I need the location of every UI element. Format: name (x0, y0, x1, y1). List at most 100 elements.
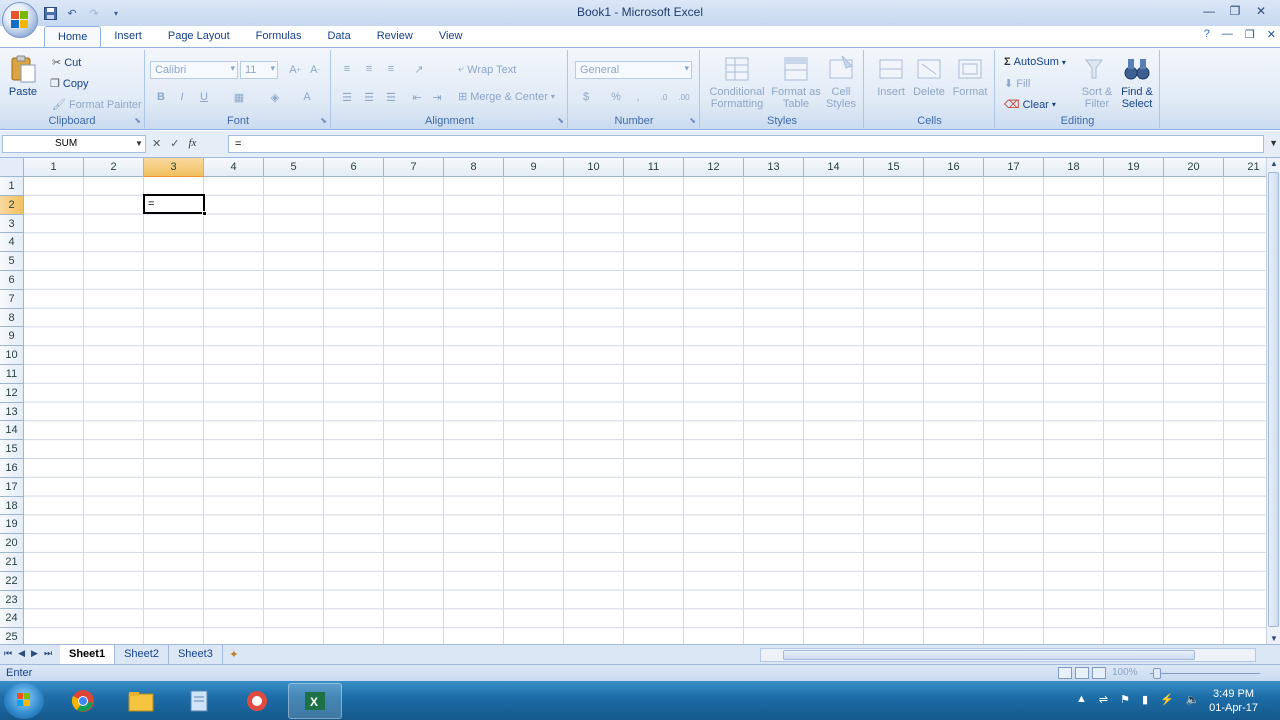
minimize-icon[interactable]: — (1196, 2, 1222, 20)
tab-home[interactable]: Home (44, 26, 102, 48)
sheet-tab-sheet1[interactable]: Sheet1 (60, 645, 116, 664)
next-sheet-icon[interactable]: ▶ (31, 648, 38, 659)
insert-cells-button[interactable]: Insert (873, 54, 909, 98)
taskbar-app-c[interactable] (230, 683, 284, 719)
page-layout-view-icon[interactable] (1075, 667, 1089, 679)
signal-icon[interactable]: ▮ (1142, 693, 1148, 706)
row-header[interactable]: 8 (0, 308, 24, 328)
enter-icon[interactable]: ✓ (170, 137, 179, 150)
percent-icon[interactable]: % (607, 88, 625, 106)
currency-icon[interactable]: $ (577, 88, 595, 106)
conditional-formatting-button[interactable]: Conditional Formatting (705, 54, 769, 110)
wrap-text-button[interactable]: ⤶ Wrap Text (458, 63, 516, 76)
volume-icon[interactable]: 🔈 (1186, 693, 1200, 706)
column-header[interactable]: 3 (144, 158, 204, 177)
clock[interactable]: 3:49 PM 01-Apr-17 (1209, 687, 1258, 715)
power-icon[interactable]: ⚡ (1160, 693, 1174, 706)
delete-cells-button[interactable]: Delete (911, 54, 947, 98)
column-header[interactable]: 16 (924, 158, 984, 177)
number-format-combo[interactable]: General (575, 61, 692, 79)
row-header[interactable]: 22 (0, 571, 24, 591)
column-header[interactable]: 14 (804, 158, 864, 177)
chevron-down-icon[interactable]: ▼ (135, 139, 143, 148)
row-header[interactable]: 14 (0, 421, 24, 441)
paste-button[interactable]: Paste (8, 54, 38, 98)
horizontal-scrollbar[interactable] (760, 648, 1256, 662)
taskbar-explorer[interactable] (114, 683, 168, 719)
increase-decimal-icon[interactable]: .0 (655, 88, 673, 106)
column-header[interactable]: 20 (1164, 158, 1224, 177)
vertical-scrollbar[interactable]: ▲ ▼ (1266, 158, 1280, 644)
tab-view[interactable]: View (426, 26, 476, 48)
action-center-icon[interactable]: ⚑ (1120, 693, 1130, 706)
normal-view-icon[interactable] (1058, 667, 1072, 679)
network-icon[interactable]: ⇌ (1099, 693, 1108, 706)
row-header[interactable]: 24 (0, 609, 24, 629)
taskbar-notepad[interactable] (172, 683, 226, 719)
column-header[interactable]: 17 (984, 158, 1044, 177)
merge-center-button[interactable]: ⊞ Merge & Center ▾ (458, 90, 555, 104)
column-header[interactable]: 8 (444, 158, 504, 177)
column-header[interactable]: 19 (1104, 158, 1164, 177)
row-header[interactable]: 16 (0, 458, 24, 478)
column-header[interactable]: 15 (864, 158, 924, 177)
font-size-combo[interactable]: 11 (240, 61, 278, 79)
sheet-tab-sheet2[interactable]: Sheet2 (115, 645, 169, 664)
fill-color-icon[interactable]: ◈ (266, 88, 284, 106)
find-select-button[interactable]: Find & Select (1116, 54, 1158, 110)
format-cells-button[interactable]: Format (951, 54, 989, 98)
borders-icon[interactable]: ▦ (230, 88, 248, 106)
select-all-corner[interactable] (0, 158, 24, 177)
cancel-icon[interactable]: ✕ (152, 137, 161, 150)
page-break-view-icon[interactable] (1092, 667, 1106, 679)
align-top-icon[interactable]: ≡ (338, 60, 356, 78)
align-center-icon[interactable]: ☰ (360, 88, 378, 106)
scroll-down-icon[interactable]: ▼ (1270, 634, 1278, 643)
align-left-icon[interactable]: ☰ (338, 88, 356, 106)
sheet-tab-sheet3[interactable]: Sheet3 (169, 645, 223, 664)
insert-function-icon[interactable]: fx (188, 137, 196, 150)
italic-button[interactable]: I (173, 88, 191, 106)
row-header[interactable]: 5 (0, 252, 24, 271)
column-header[interactable]: 1 (24, 158, 84, 177)
row-header[interactable]: 17 (0, 477, 24, 497)
dialog-launcher-icon[interactable]: ⬊ (320, 116, 327, 125)
column-header[interactable]: 7 (384, 158, 444, 177)
bold-button[interactable]: B (152, 88, 170, 106)
decrease-indent-icon[interactable]: ⇤ (408, 88, 426, 106)
scroll-up-icon[interactable]: ▲ (1270, 159, 1278, 168)
start-button[interactable] (4, 683, 44, 719)
row-header[interactable]: 18 (0, 496, 24, 516)
dialog-launcher-icon[interactable]: ⬊ (557, 116, 564, 125)
autosum-button[interactable]: Σ AutoSum ▾ (1004, 56, 1066, 68)
vertical-scroll-thumb[interactable] (1268, 172, 1279, 627)
ribbon-restore-icon[interactable]: ❐ (1245, 28, 1255, 41)
close-icon[interactable]: ✕ (1248, 2, 1274, 20)
clear-button[interactable]: ⌫ Clear ▾ (1004, 98, 1056, 112)
orientation-icon[interactable]: ↗ (410, 60, 428, 78)
maximize-icon[interactable]: ❐ (1222, 2, 1248, 20)
cell-area[interactable] (24, 177, 1266, 644)
help-icon[interactable]: ? (1204, 28, 1210, 41)
row-header[interactable]: 3 (0, 214, 24, 234)
column-header[interactable]: 5 (264, 158, 324, 177)
cut-button[interactable]: ✂ Cut (52, 56, 81, 70)
dialog-launcher-icon[interactable]: ⬊ (134, 116, 141, 125)
sort-filter-button[interactable]: Sort & Filter (1078, 54, 1116, 110)
first-sheet-icon[interactable]: ⏮ (4, 648, 12, 659)
horizontal-scroll-thumb[interactable] (783, 650, 1195, 660)
row-header[interactable]: 7 (0, 289, 24, 309)
column-header[interactable]: 4 (204, 158, 264, 177)
tab-formulas[interactable]: Formulas (243, 26, 315, 48)
row-header[interactable]: 6 (0, 270, 24, 290)
column-header[interactable]: 13 (744, 158, 804, 177)
row-header[interactable]: 23 (0, 590, 24, 610)
insert-sheet-icon[interactable]: ✦ (223, 645, 245, 664)
row-header[interactable]: 20 (0, 534, 24, 553)
column-header[interactable]: 2 (84, 158, 144, 177)
align-right-icon[interactable]: ☰ (382, 88, 400, 106)
row-header[interactable]: 10 (0, 346, 24, 365)
row-header[interactable]: 19 (0, 515, 24, 535)
row-header[interactable]: 4 (0, 233, 24, 253)
tab-insert[interactable]: Insert (101, 26, 155, 48)
